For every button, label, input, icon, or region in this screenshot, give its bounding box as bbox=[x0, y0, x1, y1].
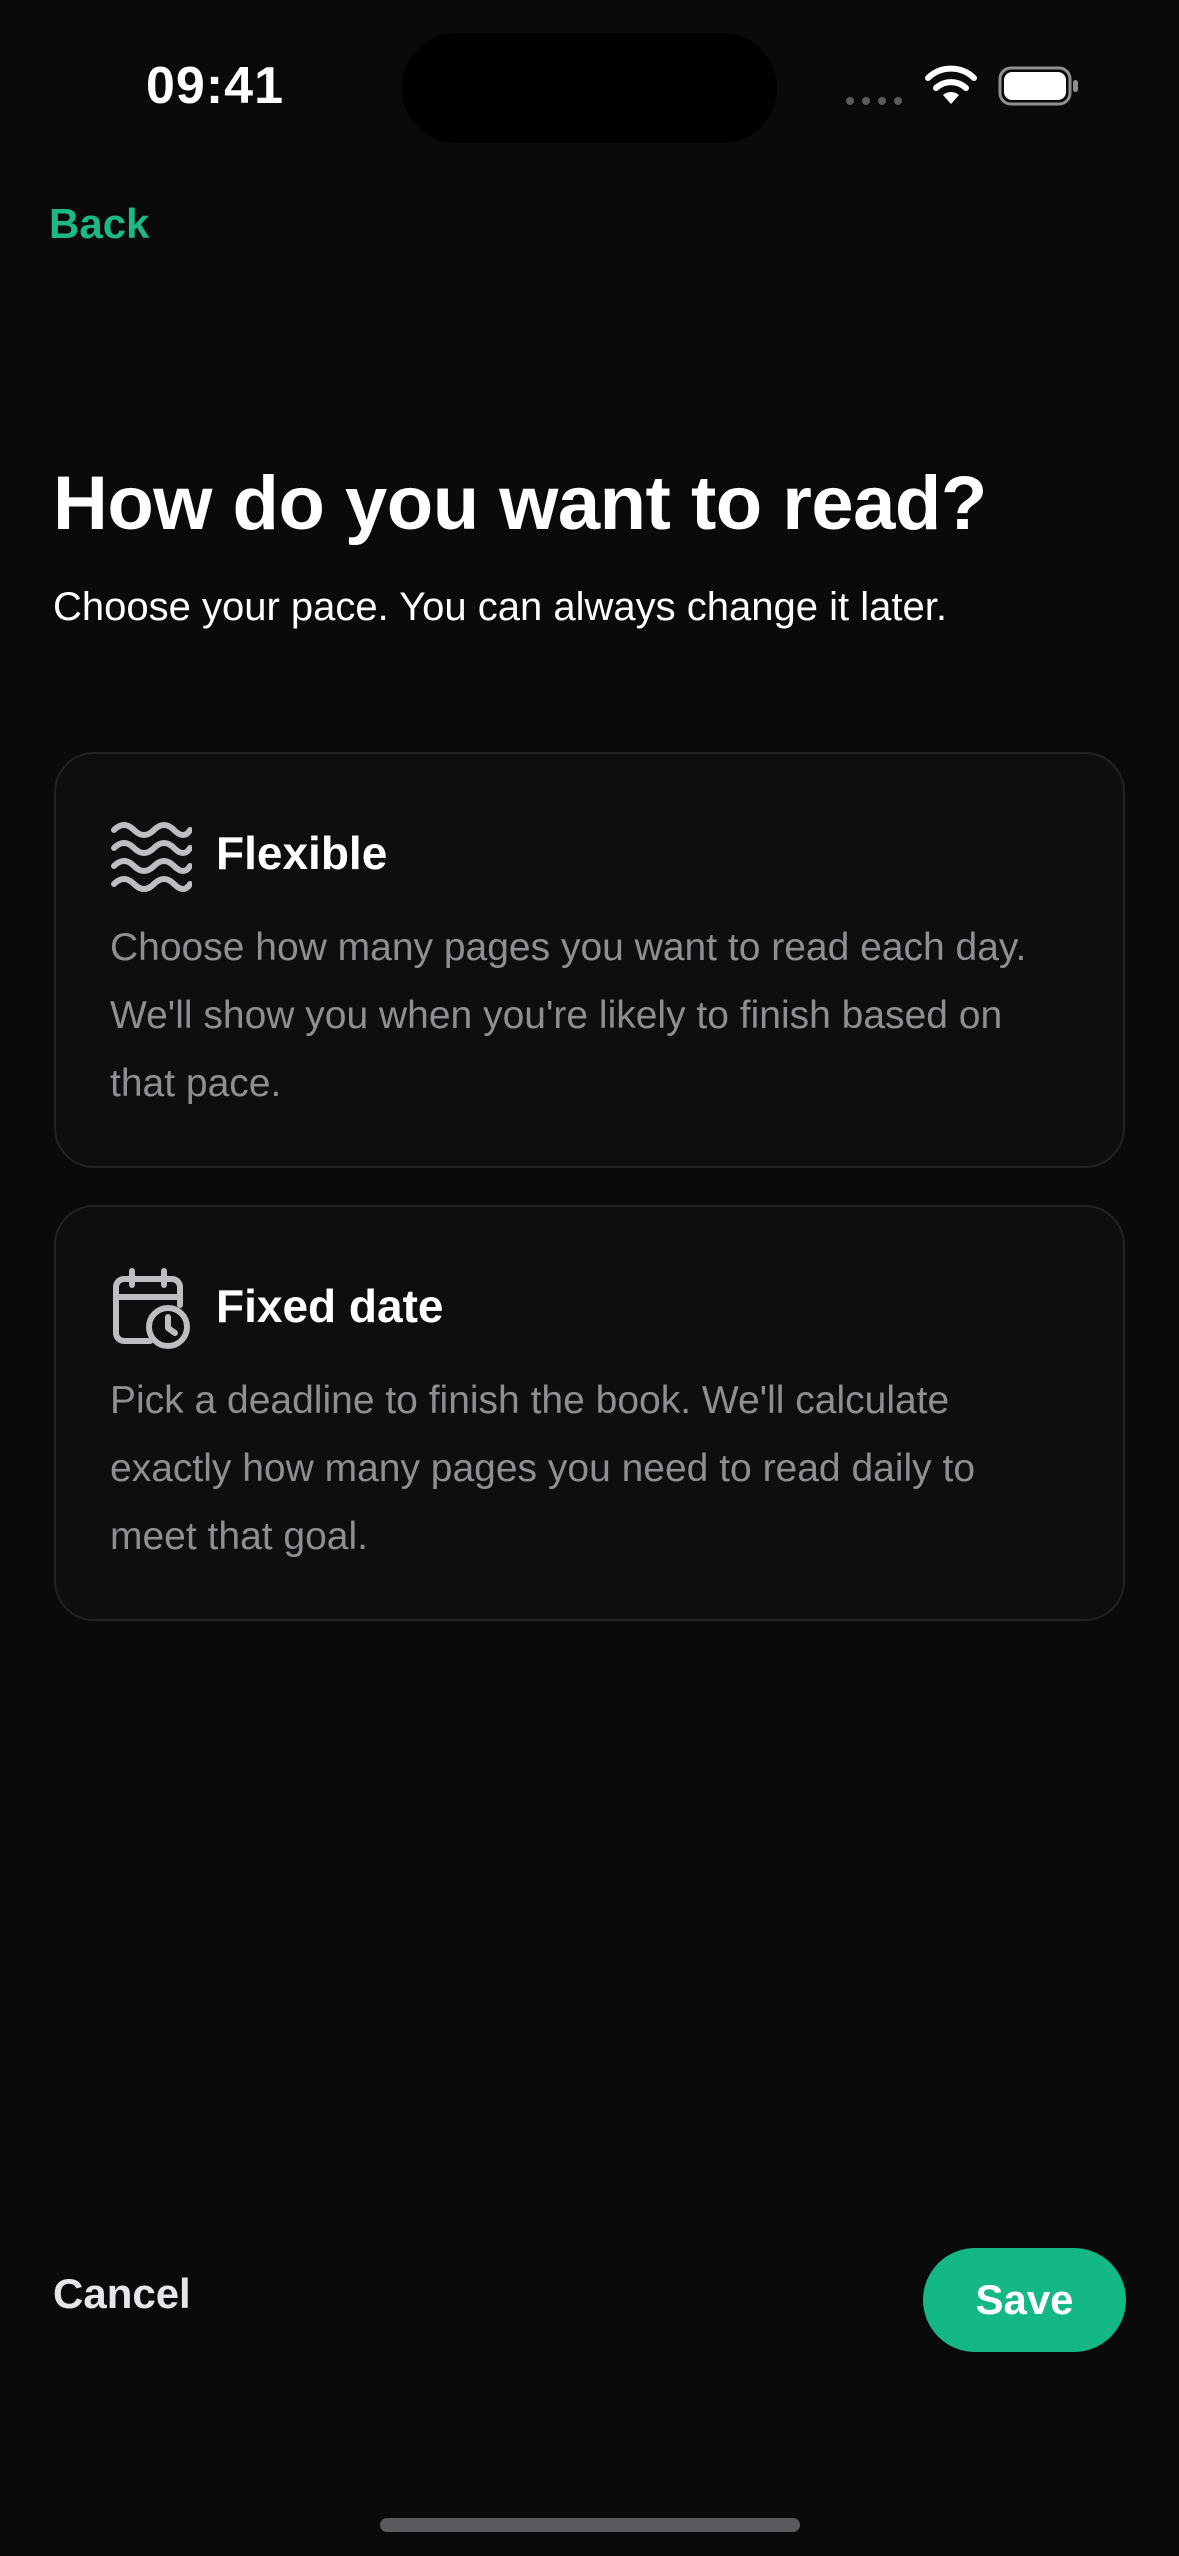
waves-icon bbox=[111, 822, 192, 892]
calendar-clock-icon bbox=[113, 1268, 190, 1349]
status-bar: 09:41 bbox=[0, 0, 1179, 180]
back-button[interactable]: Back bbox=[49, 200, 149, 248]
option-card-flexible[interactable]: Flexible Choose how many pages you want … bbox=[54, 752, 1125, 1168]
option-title: Flexible bbox=[216, 827, 388, 879]
wifi-icon bbox=[925, 65, 977, 104]
battery-icon bbox=[998, 66, 1078, 106]
page-title: How do you want to read? bbox=[53, 461, 987, 546]
cancel-button[interactable]: Cancel bbox=[53, 2270, 191, 2318]
option-description: Choose how many pages you want to read e… bbox=[110, 926, 1027, 1105]
status-time: 09:41 bbox=[146, 57, 284, 115]
cellular-signal-icon bbox=[846, 97, 902, 105]
dynamic-island bbox=[402, 33, 777, 143]
option-title: Fixed date bbox=[216, 1280, 444, 1332]
home-indicator bbox=[380, 2518, 800, 2532]
option-description: Pick a deadline to finish the book. We'l… bbox=[110, 1379, 976, 1558]
save-button[interactable]: Save bbox=[923, 2248, 1126, 2352]
option-card-fixed-date[interactable]: Fixed date Pick a deadline to finish the… bbox=[54, 1205, 1125, 1621]
page-subtitle: Choose your pace. You can always change … bbox=[53, 585, 947, 629]
